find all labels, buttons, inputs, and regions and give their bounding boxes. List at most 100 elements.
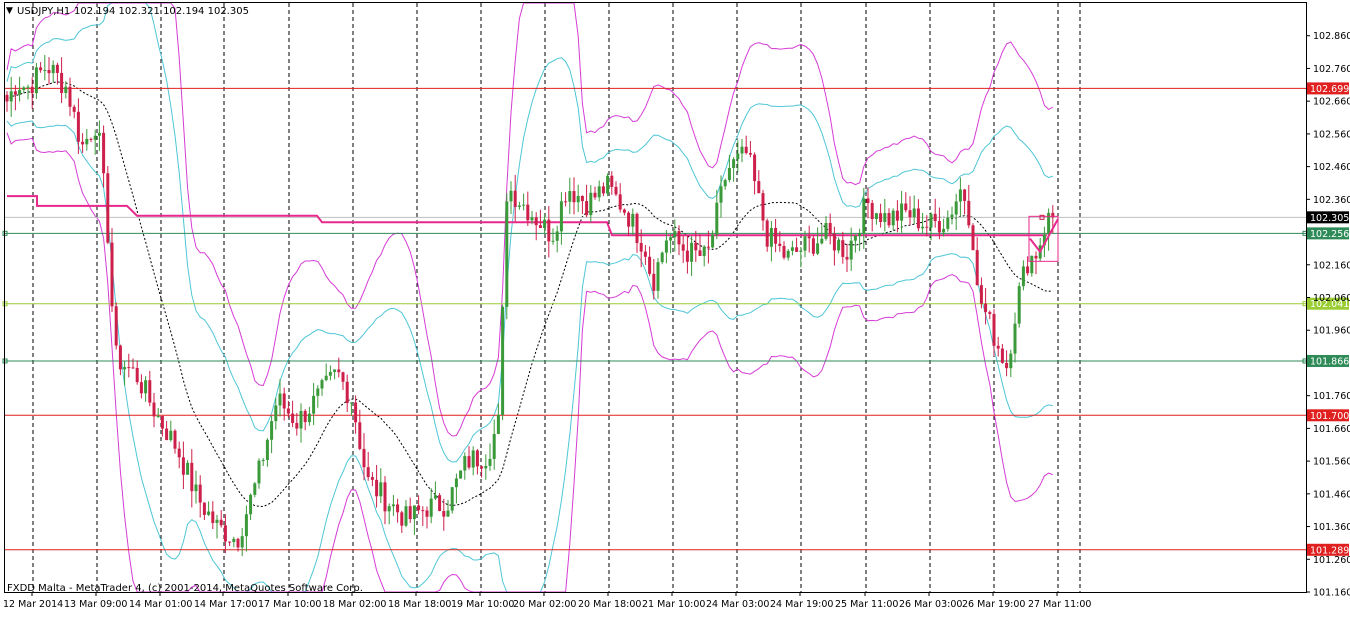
candle-body	[1017, 286, 1021, 324]
y-tick-label: 101.560	[1313, 457, 1350, 468]
candle-body	[862, 198, 866, 234]
candle-body	[383, 482, 387, 512]
y-tick-label: 101.460	[1313, 489, 1350, 500]
candle-body	[971, 225, 975, 251]
candle-body	[568, 191, 572, 202]
candle-body	[543, 219, 547, 229]
candle-body	[660, 252, 664, 263]
candle-body	[102, 132, 106, 174]
candle-body	[774, 227, 778, 244]
candle-body	[349, 402, 353, 404]
candle-body	[740, 146, 744, 154]
candle-body	[240, 536, 244, 548]
candle-body	[984, 303, 988, 313]
candle-body	[341, 372, 345, 382]
candle-body	[249, 494, 253, 515]
candle-body	[530, 217, 534, 221]
candle-body	[916, 208, 920, 229]
candle-body	[299, 410, 303, 429]
candle-body	[547, 219, 551, 242]
candle-body	[81, 141, 85, 145]
candle-body	[34, 67, 38, 94]
candle-body	[849, 240, 853, 260]
candle-body	[677, 231, 681, 245]
candle-body	[593, 192, 597, 198]
y-tick-label: 102.060	[1313, 293, 1350, 304]
candle-body	[43, 70, 47, 72]
price-level-label: 102.699	[1310, 84, 1349, 95]
candle-body	[820, 238, 824, 244]
candle-body	[803, 236, 807, 251]
candle-body	[18, 89, 22, 95]
candle-body	[316, 388, 320, 396]
price-chart[interactable]: 102.699102.305102.256102.041101.866101.7…	[0, 0, 1350, 613]
x-tick-label: 24 Mar 03:00	[706, 599, 769, 610]
price-level-label: 102.256	[1310, 229, 1349, 240]
candle-body	[564, 201, 568, 203]
copyright-text: FXDD Malta - MetaTrader 4, (c) 2001-2014…	[7, 583, 363, 594]
candle-body	[769, 227, 773, 247]
candle-body	[811, 238, 815, 254]
price-level-label: 101.700	[1310, 411, 1349, 422]
candle-body	[954, 201, 958, 215]
candle-body	[333, 369, 337, 372]
y-tick-label: 102.360	[1313, 195, 1350, 206]
candle-body	[165, 428, 169, 441]
candle-body	[610, 175, 614, 187]
candle-body	[223, 525, 227, 542]
candle-body	[807, 236, 811, 239]
candle-body	[967, 200, 971, 226]
candle-body	[723, 180, 727, 187]
candle-body	[463, 456, 467, 471]
collapse-triangle-icon[interactable]: ▼	[6, 6, 13, 16]
candle-body	[664, 240, 668, 253]
candle-body	[291, 413, 295, 423]
x-tick-label: 14 Mar 17:00	[194, 599, 257, 610]
candle-body	[509, 190, 513, 202]
candle-body	[895, 210, 899, 221]
candle-body	[202, 502, 206, 515]
x-tick-label: 26 Mar 19:00	[962, 599, 1025, 610]
candle-body	[345, 381, 349, 404]
candle-body	[622, 209, 626, 213]
candle-body	[408, 506, 412, 520]
candle-body	[732, 159, 736, 168]
x-tick-label: 19 Mar 10:00	[451, 599, 514, 610]
x-tick-label: 12 Mar 2014	[3, 599, 63, 610]
candle-body	[274, 405, 278, 422]
candle-body	[555, 231, 559, 241]
candle-body	[471, 450, 475, 468]
candle-body	[93, 135, 97, 140]
candle-body	[979, 285, 983, 304]
candle-body	[396, 504, 400, 513]
y-tick-label: 102.560	[1313, 129, 1350, 140]
candle-body	[261, 459, 265, 461]
candle-body	[265, 439, 269, 460]
candle-body	[60, 72, 64, 93]
y-tick-label: 101.660	[1313, 424, 1350, 435]
candle-body	[942, 228, 946, 233]
x-tick-label: 20 Mar 02:00	[513, 599, 576, 610]
candle-body	[513, 190, 517, 207]
candle-body	[832, 233, 836, 251]
chart-window[interactable]: 102.699 102.305 102.256 102.041 101.866 101.7…	[0, 0, 1350, 613]
x-tick-label: 27 Mar 11:00	[1028, 599, 1091, 610]
candle-body	[253, 483, 257, 495]
candle-body	[454, 478, 458, 488]
candle-body	[270, 421, 274, 440]
candle-body	[488, 458, 492, 466]
candle-body	[26, 86, 30, 88]
x-tick-label: 25 Mar 11:00	[835, 599, 898, 610]
candle-body	[328, 371, 332, 376]
candle-body	[778, 243, 782, 247]
candle-body	[152, 402, 156, 417]
candle-body	[417, 505, 421, 511]
candle-body	[194, 484, 198, 492]
y-tick-label: 102.860	[1313, 31, 1350, 42]
candle-body	[244, 514, 248, 537]
candle-body	[690, 242, 694, 262]
candle-body	[879, 213, 883, 223]
candle-body	[648, 256, 652, 274]
candle-body	[1005, 362, 1009, 369]
candle-body	[307, 413, 311, 423]
